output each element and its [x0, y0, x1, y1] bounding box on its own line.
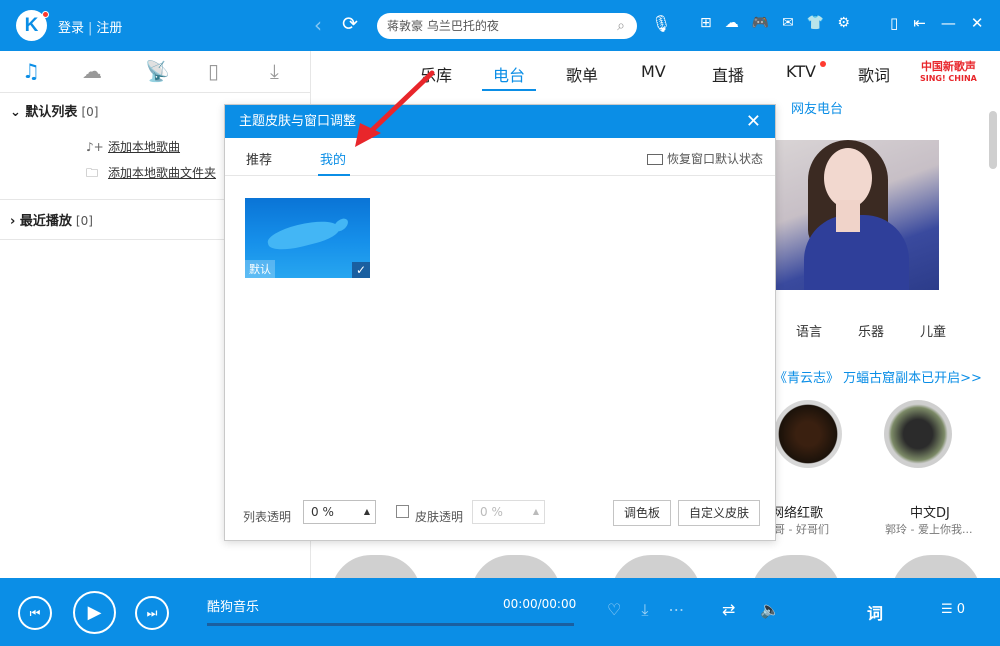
previous-icon[interactable]: ⏮	[18, 596, 52, 630]
volume-icon[interactable]: 🔈	[760, 600, 780, 619]
download-icon[interactable]: ⤓	[641, 600, 648, 620]
progress-bar[interactable]	[207, 623, 574, 626]
lyrics-toggle[interactable]: 词	[867, 600, 883, 624]
annotation-arrow	[355, 70, 435, 147]
banner-neck	[836, 200, 860, 232]
play-icon[interactable]: ▶	[73, 591, 116, 634]
track-time: 00:00/00:00	[503, 597, 577, 611]
track-title: 酷狗音乐	[207, 600, 260, 615]
player-secondary-controls: ♡ ⤓ ⋯	[607, 600, 684, 620]
player-bar: ⏮ ▶ ⏭ 酷狗音乐 00:00/00:00 ♡ ⤓ ⋯ ⇄ 🔈 词 ☰ 0	[0, 578, 1000, 646]
queue-count: 0	[956, 602, 966, 617]
play-mode-icon[interactable]: ⇄	[722, 600, 735, 619]
more-icon[interactable]: ⋯	[668, 600, 684, 620]
next-icon[interactable]: ⏭	[135, 596, 169, 630]
play-queue-button[interactable]: ☰ 0	[941, 602, 965, 617]
banner-face	[824, 148, 872, 208]
heart-icon[interactable]: ♡	[607, 600, 621, 620]
